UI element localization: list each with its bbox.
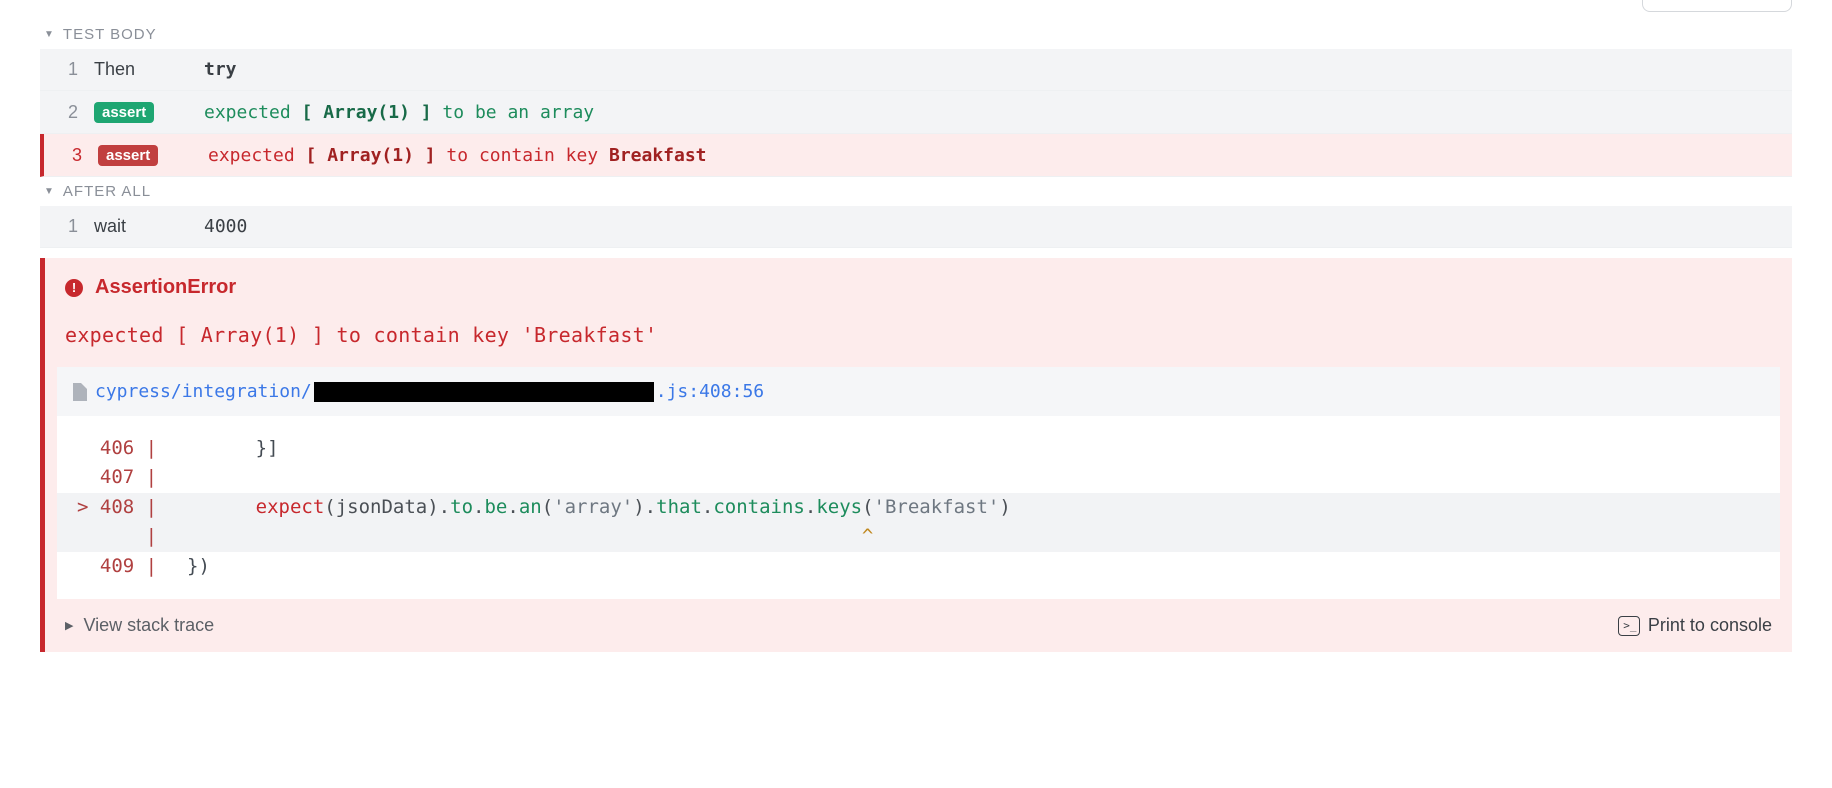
code-frame-file-path[interactable]: cypress/integration/.js:408:56: [57, 367, 1780, 416]
collapsed-top-button[interactable]: [1642, 0, 1792, 12]
after-all-label: AFTER ALL: [63, 183, 151, 200]
view-stack-trace-toggle[interactable]: ▶ View stack trace: [65, 615, 214, 636]
test-body-section-header[interactable]: ▼ TEST BODY: [40, 20, 1792, 49]
code-line-caret: | ^: [57, 522, 1780, 551]
command-message: expected [ Array(1) ] to contain key Bre…: [208, 145, 707, 166]
command-message: 4000: [204, 216, 247, 237]
file-path-link[interactable]: cypress/integration/.js:408:56: [95, 381, 764, 402]
command-name: assert: [98, 144, 208, 166]
chevron-right-icon: ▶: [65, 619, 73, 632]
row-number: 2: [54, 102, 78, 123]
print-to-console-label: Print to console: [1648, 615, 1772, 636]
error-icon: !: [65, 279, 83, 297]
assert-badge-pass: assert: [94, 102, 154, 123]
after-all-section-header[interactable]: ▼ AFTER ALL: [40, 177, 1792, 206]
code-line: 406 | }]: [57, 434, 1780, 463]
command-log-row[interactable]: 1 Then try: [40, 49, 1792, 91]
command-name: wait: [94, 216, 204, 237]
row-number: 1: [54, 59, 78, 80]
command-log-row[interactable]: 2 assert expected [ Array(1) ] to be an …: [40, 91, 1792, 134]
error-title: AssertionError: [95, 276, 236, 299]
row-number: 1: [54, 216, 78, 237]
error-header: ! AssertionError: [45, 258, 1792, 323]
command-name: Then: [94, 59, 204, 80]
command-message: try: [204, 59, 237, 80]
test-body-label: TEST BODY: [63, 26, 157, 43]
chevron-down-icon: ▼: [44, 186, 55, 197]
code-frame-source: 406 | }] 407 | > 408 | expect(jsonData).…: [57, 416, 1780, 599]
code-line-highlighted: > 408 | expect(jsonData).to.be.an('array…: [57, 493, 1780, 522]
code-frame: cypress/integration/.js:408:56 406 | }] …: [57, 367, 1780, 599]
code-line: 407 |: [57, 463, 1780, 492]
view-stack-trace-label: View stack trace: [83, 615, 214, 636]
assertion-error-panel: ! AssertionError expected [ Array(1) ] t…: [40, 258, 1792, 652]
terminal-icon: >_: [1618, 616, 1640, 636]
row-number: 3: [58, 145, 82, 166]
error-message: expected [ Array(1) ] to contain key 'Br…: [45, 323, 1792, 367]
error-footer: ▶ View stack trace >_ Print to console: [45, 599, 1792, 652]
chevron-down-icon: ▼: [44, 29, 55, 40]
command-message: expected [ Array(1) ] to be an array: [204, 102, 594, 123]
command-name: assert: [94, 101, 204, 123]
code-line: 409 | }): [57, 552, 1780, 581]
assert-badge-fail: assert: [98, 145, 158, 166]
print-to-console-button[interactable]: >_ Print to console: [1618, 615, 1772, 636]
file-icon: [73, 383, 87, 401]
command-log-row-failed[interactable]: 3 assert expected [ Array(1) ] to contai…: [40, 134, 1792, 177]
command-log-row[interactable]: 1 wait 4000: [40, 206, 1792, 248]
redacted-path: [314, 382, 654, 402]
